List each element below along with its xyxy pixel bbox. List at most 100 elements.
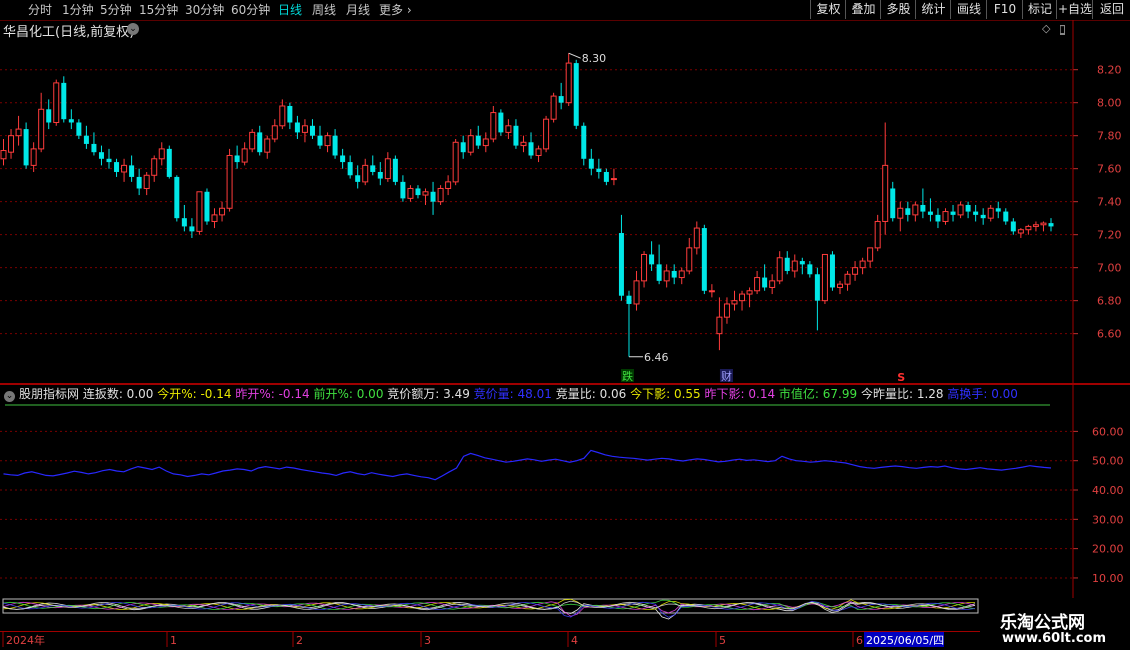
candle — [708, 284, 715, 298]
candle-body — [942, 211, 949, 222]
candle-body — [528, 142, 534, 156]
candle — [965, 201, 971, 219]
period-tab-8[interactable]: 月线 — [346, 2, 370, 18]
candle-body — [83, 135, 89, 144]
candle-body — [355, 175, 361, 182]
toolbar-button-6[interactable]: 标记 — [1022, 0, 1057, 19]
toolbar-button-2[interactable]: 多股 — [880, 0, 916, 19]
candle-body — [377, 171, 383, 179]
candle-body — [400, 181, 406, 199]
candle-body — [716, 316, 723, 335]
candle-body — [467, 135, 474, 153]
candle — [347, 155, 353, 179]
candle — [829, 251, 835, 291]
toolbar-button-0[interactable]: 复权 — [810, 0, 846, 19]
candle — [1032, 221, 1039, 232]
candle — [332, 129, 338, 159]
candle-body — [535, 148, 542, 156]
candle — [867, 247, 874, 268]
candle — [716, 297, 723, 351]
candle — [384, 152, 391, 182]
candle-body — [287, 105, 293, 123]
candle — [739, 290, 746, 311]
candle-body — [294, 122, 300, 133]
candle-body — [633, 280, 640, 305]
candle-body — [166, 148, 172, 177]
candle — [437, 185, 444, 205]
candle-body — [234, 155, 240, 163]
candle-body — [739, 293, 746, 302]
candle-body — [836, 283, 843, 288]
candle — [204, 188, 210, 225]
candle — [475, 125, 481, 149]
candle — [430, 181, 436, 215]
candle — [460, 135, 466, 159]
toolbar-button-4[interactable]: 画线 — [950, 0, 987, 19]
candle-body — [723, 303, 730, 318]
candle-body — [15, 128, 22, 137]
candle — [565, 53, 572, 106]
candle-body — [776, 257, 783, 282]
candle-body — [98, 152, 104, 159]
candle-body — [859, 260, 866, 269]
toolbar-button-7[interactable]: +自选 — [1056, 0, 1093, 19]
candle-body — [980, 214, 986, 219]
event-tag-cai-text: 财 — [721, 369, 732, 383]
toolbar-button-3[interactable]: 统计 — [915, 0, 951, 19]
candle — [784, 251, 790, 275]
period-tab-2[interactable]: 5分钟 — [100, 2, 132, 18]
period-tab-4[interactable]: 30分钟 — [185, 2, 224, 18]
y-tick-label: 7.20 — [1097, 229, 1122, 242]
candle-body — [407, 187, 414, 199]
candle-body — [957, 204, 964, 216]
candle-body — [136, 176, 142, 189]
candle-body — [912, 204, 919, 216]
period-tab-5[interactable]: 60分钟 — [231, 2, 270, 18]
candle-body — [143, 174, 150, 189]
candle-body — [603, 171, 609, 182]
watermark-url: www.60lt.com — [1002, 631, 1107, 646]
candle-body — [129, 165, 135, 177]
candle — [950, 204, 956, 222]
candle-body — [791, 260, 798, 272]
period-tab-1[interactable]: 1分钟 — [62, 2, 94, 18]
candle-body — [513, 125, 519, 146]
candle-body — [821, 253, 828, 302]
candle-body — [452, 141, 459, 183]
period-tab-3[interactable]: 15分钟 — [139, 2, 178, 18]
candle-body — [226, 154, 233, 209]
event-tag-cai: 财 — [719, 369, 733, 383]
period-tab-9[interactable]: 更多 › — [379, 2, 412, 18]
candle-body — [1040, 222, 1047, 226]
candle — [301, 119, 308, 143]
y-tick-label: 7.00 — [1097, 262, 1122, 275]
candle-body — [1017, 229, 1024, 234]
candle — [957, 201, 964, 219]
y-tick-label: 30.00 — [1092, 513, 1124, 526]
candle — [422, 188, 429, 205]
candle — [53, 79, 60, 126]
indicator-line-chart: 60.00 50.00 40.00 30.00 20.00 10.00 — [0, 384, 1130, 598]
candle-body — [8, 135, 15, 153]
candle-body — [498, 112, 504, 133]
candle-body — [520, 141, 527, 147]
candle — [68, 109, 74, 130]
candle-body — [844, 273, 851, 285]
period-tab-6[interactable]: 日线 — [278, 2, 302, 18]
period-tab-0[interactable]: 分时 — [28, 2, 52, 18]
toolbar-button-5[interactable]: F10 — [986, 0, 1023, 19]
period-tab-7[interactable]: 周线 — [312, 2, 336, 18]
candle-body — [565, 62, 572, 104]
toolbar-button-1[interactable]: 叠加 — [845, 0, 881, 19]
candle-body — [219, 207, 226, 216]
candle — [935, 208, 941, 229]
candle-body — [174, 176, 180, 219]
candle — [8, 129, 15, 159]
candle-body — [950, 211, 956, 215]
candle-body — [23, 129, 29, 166]
candle — [581, 122, 587, 166]
toolbar-button-8[interactable]: 返回 — [1092, 0, 1130, 19]
candle — [196, 191, 203, 235]
candle — [83, 125, 89, 149]
candle-body — [324, 135, 331, 147]
